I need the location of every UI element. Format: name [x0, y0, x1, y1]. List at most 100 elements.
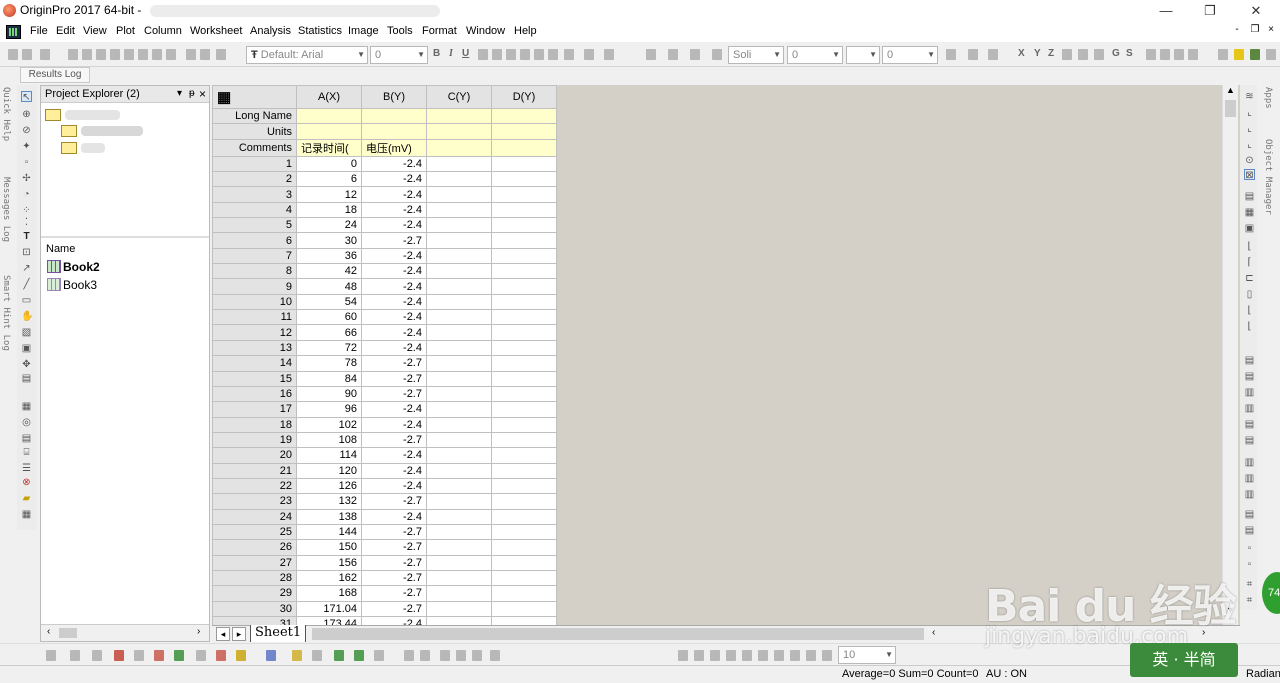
hscroll-thumb[interactable]: [59, 628, 77, 638]
rectangle-tool-icon[interactable]: ▭: [21, 295, 32, 306]
row-number[interactable]: 20: [212, 447, 297, 464]
vscroll-thumb[interactable]: [1225, 100, 1236, 117]
cell-voltage[interactable]: -2.4: [361, 401, 427, 418]
cell-empty[interactable]: [491, 416, 557, 433]
column-plot-icon[interactable]: [114, 650, 124, 661]
box-plot-icon[interactable]: [216, 650, 226, 661]
cell-time[interactable]: 156: [296, 554, 362, 571]
right-tool-27-icon[interactable]: ▫: [1244, 543, 1255, 554]
meta-row-label[interactable]: Long Name: [212, 107, 297, 125]
right-tool-3-icon[interactable]: ⌞: [1244, 123, 1255, 134]
cell-empty[interactable]: [491, 155, 557, 173]
cell-time[interactable]: 24: [296, 217, 362, 234]
quick-help-tab[interactable]: Quick Help: [1, 87, 11, 141]
right-tool-24-icon[interactable]: ▥: [1244, 489, 1255, 500]
row-number[interactable]: 15: [212, 370, 297, 387]
pattern-icon[interactable]: [668, 49, 678, 60]
data-reader-icon[interactable]: ✢: [21, 173, 32, 184]
meta-cell[interactable]: [426, 138, 492, 157]
cell-voltage[interactable]: -2.7: [361, 232, 427, 249]
cell-empty[interactable]: [491, 462, 557, 479]
3d-plot-icon[interactable]: [266, 650, 276, 661]
row-number[interactable]: 13: [212, 339, 297, 357]
cell-time[interactable]: 108: [296, 431, 362, 449]
cell-voltage[interactable]: -2.4: [361, 217, 427, 234]
layer-3-icon[interactable]: [374, 650, 384, 661]
column-header[interactable]: D(Y): [491, 85, 557, 109]
move-first-icon[interactable]: [1146, 49, 1156, 60]
meta-cell[interactable]: [296, 107, 362, 125]
object-tool-1-icon[interactable]: [678, 650, 688, 661]
cell-voltage[interactable]: -2.4: [361, 508, 427, 525]
cell-voltage[interactable]: -2.7: [361, 600, 427, 618]
line-color-icon[interactable]: [690, 49, 700, 60]
row-number[interactable]: 17: [212, 401, 297, 418]
row-number[interactable]: 31: [212, 615, 297, 625]
annotation-tool-icon[interactable]: ⊡: [21, 247, 32, 258]
right-tool-15-icon[interactable]: ⌊: [1244, 321, 1255, 332]
cell-empty[interactable]: [426, 201, 492, 219]
right-tool-12-icon[interactable]: ⊏: [1244, 273, 1255, 284]
worksheet-vscrollbar[interactable]: ▲ ▼: [1222, 85, 1238, 625]
sheet-prev-button[interactable]: ◂: [216, 627, 230, 641]
mdi-minimize-button[interactable]: -: [1230, 24, 1244, 35]
scale-tool-icon[interactable]: ⊘: [21, 125, 32, 136]
point-size-select[interactable]: 0 ▼: [882, 46, 938, 64]
row-number[interactable]: 12: [212, 324, 297, 341]
right-tool-10-icon[interactable]: ⌊: [1244, 241, 1255, 252]
cell-voltage[interactable]: -2.7: [361, 585, 427, 602]
menu-statistics[interactable]: Statistics: [298, 25, 342, 37]
right-tool-9-icon[interactable]: ▣: [1244, 223, 1255, 234]
draw-data-icon[interactable]: ⁚: [21, 217, 32, 228]
cell-time[interactable]: 30: [296, 232, 362, 249]
close-button[interactable]: ✕: [1246, 2, 1266, 20]
cell-time[interactable]: 162: [296, 569, 362, 587]
cell-voltage[interactable]: -2.7: [361, 370, 427, 387]
cell-time[interactable]: 60: [296, 309, 362, 326]
right-tool-19-icon[interactable]: ▥: [1244, 403, 1255, 414]
cell-voltage[interactable]: -2.4: [361, 263, 427, 280]
row-number[interactable]: 23: [212, 493, 297, 510]
flask-tool-icon[interactable]: ⌸: [21, 447, 32, 458]
row-number[interactable]: 7: [212, 247, 297, 265]
right-tool-6-icon[interactable]: ⊠: [1244, 169, 1255, 181]
scatter-plot-icon[interactable]: [70, 650, 80, 661]
font-size-select[interactable]: 0 ▼: [370, 46, 428, 64]
menu-format[interactable]: Format: [422, 25, 457, 37]
apps-tab[interactable]: Apps: [1263, 87, 1273, 109]
row-number[interactable]: 29: [212, 585, 297, 602]
toolbar-icon-33[interactable]: [968, 49, 978, 60]
mdi-close-button[interactable]: ×: [1264, 24, 1278, 35]
cell-empty[interactable]: [491, 447, 557, 464]
cell-empty[interactable]: [491, 493, 557, 510]
cell-voltage[interactable]: -2.7: [361, 523, 427, 541]
menu-column[interactable]: Column: [144, 25, 182, 37]
cell-empty[interactable]: [426, 171, 492, 188]
object-tool-9-icon[interactable]: [806, 650, 816, 661]
cell-empty[interactable]: [426, 615, 492, 625]
object-tool-2-icon[interactable]: [694, 650, 704, 661]
notes-tool-icon[interactable]: ▰: [21, 493, 32, 504]
toolbar-icon-36[interactable]: [1078, 49, 1088, 60]
screen-reader-icon[interactable]: ◔: [21, 189, 32, 200]
set-group-button[interactable]: G: [1112, 48, 1120, 59]
pe-close-icon[interactable]: ×: [199, 87, 206, 101]
cell-voltage[interactable]: -2.4: [361, 324, 427, 341]
cell-empty[interactable]: [426, 416, 492, 433]
cell-empty[interactable]: [491, 385, 557, 403]
row-number[interactable]: 16: [212, 385, 297, 403]
meta-cell[interactable]: [491, 123, 557, 140]
toolbar-icon-37[interactable]: [1094, 49, 1104, 60]
row-number[interactable]: 10: [212, 293, 297, 311]
layout-6-icon[interactable]: [490, 650, 500, 661]
toolbar-icon-5[interactable]: [82, 49, 92, 60]
graph-tool-icon[interactable]: ≋: [1244, 91, 1255, 102]
cell-voltage[interactable]: -2.4: [361, 309, 427, 326]
row-number[interactable]: 22: [212, 477, 297, 495]
cell-time[interactable]: 78: [296, 355, 362, 372]
set-z-button[interactable]: Z: [1048, 48, 1054, 59]
cell-time[interactable]: 12: [296, 186, 362, 203]
subfolder-icon[interactable]: [61, 125, 77, 137]
cell-time[interactable]: 102: [296, 416, 362, 433]
move-left-icon[interactable]: [1160, 49, 1170, 60]
